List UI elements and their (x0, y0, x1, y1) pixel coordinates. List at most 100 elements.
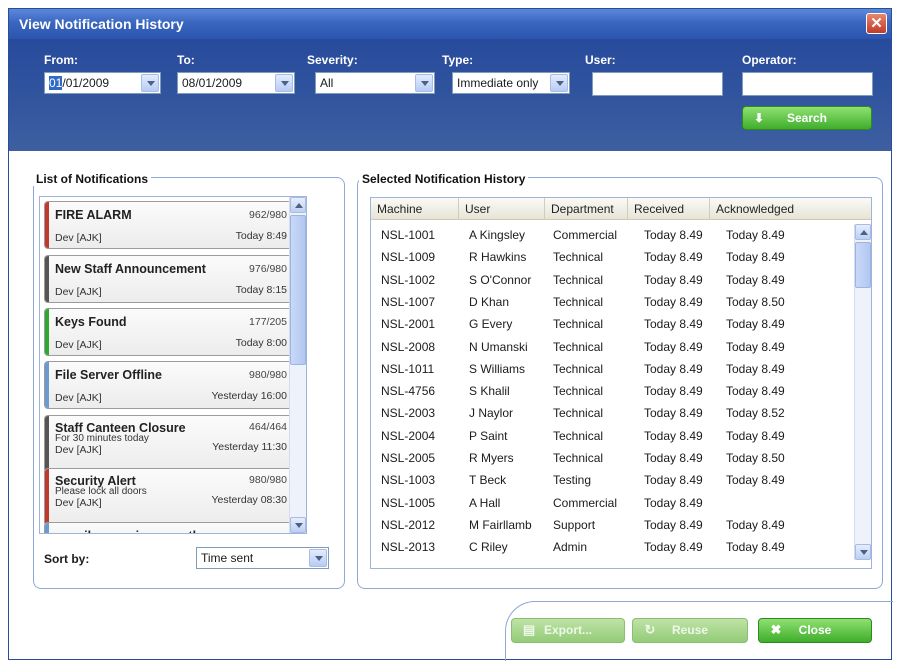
cell-machine: NSL-1001 (381, 228, 436, 242)
chevron-down-icon[interactable] (550, 74, 568, 92)
notification-card[interactable]: FIRE ALARM 962/980 Dev [AJK] Today 8:49 (44, 201, 296, 249)
severity-color-bar (45, 256, 49, 302)
sort-by-select[interactable]: Time sent (196, 547, 329, 569)
notification-count: 976/980 (249, 263, 287, 275)
from-label: From: (44, 53, 78, 67)
to-date-picker[interactable]: 08/01/2009 (177, 72, 295, 94)
cell-acknowledged: Today 8.49 (726, 517, 785, 532)
severity-select[interactable]: All (315, 72, 435, 94)
column-header-machine[interactable]: Machine (371, 198, 459, 220)
column-header-received[interactable]: Received (628, 198, 710, 220)
cell-received: Today 8.49 (644, 272, 703, 287)
severity-color-bar (45, 416, 49, 472)
cell-received: Today 8.49 (644, 250, 703, 265)
type-select[interactable]: Immediate only (452, 72, 570, 94)
notification-author: Dev [AJK] (55, 444, 102, 456)
cell-received: Today 8.49 (644, 384, 703, 399)
table-row[interactable]: NSL-4756 S Khalil Technical Today 8.49 Today… (371, 380, 851, 402)
reuse-button[interactable]: ↻ Reuse (632, 618, 748, 643)
table-row[interactable]: NSL-2001 G Every Technical Today 8.49 Today … (371, 313, 851, 335)
scroll-thumb[interactable] (855, 242, 871, 288)
scroll-down-icon[interactable] (290, 517, 306, 533)
user-input[interactable] (592, 72, 723, 96)
column-header-department[interactable]: Department (545, 198, 628, 220)
column-header-acknowledged[interactable]: Acknowledged (710, 198, 871, 220)
scroll-down-icon[interactable] (855, 544, 871, 560)
severity-color-bar (45, 523, 49, 533)
notification-time: Today 8:00 (235, 337, 287, 349)
table-row[interactable]: NSL-2004 P Saint Technical Today 8.49 Today … (371, 425, 851, 447)
notification-title: File Server Offline (55, 368, 162, 382)
cell-user: S Khalil (469, 384, 510, 399)
scroll-up-icon[interactable] (290, 197, 306, 213)
cell-user: P Saint (469, 428, 508, 443)
table-row[interactable]: NSL-2005 R Myers Technical Today 8.49 Today … (371, 447, 851, 469)
cell-received: Today 8.49 (644, 517, 703, 532)
notification-card[interactable]: File Server Offline 980/980 Dev [AJK] Yeste… (44, 361, 296, 409)
notification-card[interactable]: Staff Canteen Closure 464/464 For 30 minut… (44, 415, 296, 473)
chevron-down-icon[interactable] (141, 74, 159, 92)
notifications-panel-title: List of Notifications (33, 172, 151, 186)
notification-count: 980/980 (249, 474, 287, 486)
notification-card[interactable]: e-mail server is currently (44, 522, 296, 533)
history-panel-title: Selected Notification History (359, 172, 529, 186)
window-close-icon[interactable]: ✕ (866, 13, 887, 34)
chevron-down-icon[interactable] (415, 74, 433, 92)
cell-department: Commercial (553, 228, 618, 242)
cell-user: A Kingsley (469, 228, 526, 242)
reuse-icon: ↻ (644, 622, 656, 637)
table-row[interactable]: NSL-2012 M Fairllamb Support Today 8.49 Toda… (371, 514, 851, 536)
export-button-label: Export... (543, 623, 592, 637)
cell-department: Technical (553, 361, 604, 376)
cell-received: Today 8.49 (644, 406, 703, 421)
table-row[interactable]: NSL-2013 C Riley Admin Today 8.49 Today 8.49 (371, 536, 851, 558)
cell-department: Technical (553, 317, 604, 332)
table-row[interactable]: NSL-1003 T Beck Testing Today 8.49 Today 8.4… (371, 469, 851, 491)
cell-user: M Fairllamb (469, 517, 532, 532)
history-table-header: Machine User Department Received Acknowl… (371, 198, 871, 220)
cell-machine: NSL-1005 (381, 495, 436, 510)
cell-department: Commercial (553, 495, 618, 510)
cell-acknowledged: Today 8.49 (726, 473, 785, 488)
table-row[interactable]: NSL-1007 D Khan Technical Today 8.49 Today 8… (371, 291, 851, 313)
chevron-down-icon[interactable] (309, 549, 327, 567)
close-button[interactable]: ✖ Close (758, 618, 872, 643)
notification-card[interactable]: New Staff Announcement 976/980 Dev [AJK] To… (44, 255, 296, 303)
severity-color-bar (45, 309, 49, 355)
column-header-user[interactable]: User (459, 198, 545, 220)
user-label: User: (585, 53, 616, 67)
sort-by-value: Time sent (201, 551, 254, 565)
title-bar: View Notification History ✕ (9, 9, 891, 39)
cell-department: Technical (553, 272, 604, 287)
notification-subtitle: Please lock all doors (55, 486, 147, 497)
notification-title: FIRE ALARM (55, 208, 132, 222)
notification-card[interactable]: Security Alert 980/980 Please lock all doo… (44, 468, 296, 526)
notification-list-scrollbar[interactable] (289, 197, 306, 533)
table-row[interactable]: NSL-2003 J Naylor Technical Today 8.49 Today… (371, 402, 851, 424)
notification-card[interactable]: Keys Found 177/205 Dev [AJK] Today 8:00 (44, 308, 296, 356)
table-row[interactable]: NSL-1009 R Hawkins Technical Today 8.49 Toda… (371, 246, 851, 268)
export-icon: ▤ (522, 622, 536, 637)
cell-department: Technical (553, 339, 604, 354)
operator-input[interactable] (742, 72, 873, 96)
cell-received: Today 8.49 (644, 428, 703, 443)
cell-user: S O'Connor (469, 272, 532, 287)
search-button[interactable]: ⬇ Search (742, 106, 872, 130)
cell-user: S Williams (469, 361, 525, 376)
cell-user: C Riley (469, 540, 508, 555)
table-row[interactable]: NSL-1011 S Williams Technical Today 8.49 Tod… (371, 358, 851, 380)
table-row[interactable]: NSL-1005 A Hall Commercial Today 8.49 (371, 492, 851, 514)
scroll-thumb[interactable] (290, 215, 306, 365)
cell-acknowledged: Today 8.50 (726, 294, 785, 309)
table-row[interactable]: NSL-2008 N Umanski Technical Today 8.49 Toda… (371, 336, 851, 358)
table-row[interactable]: NSL-1001 A Kingsley Commercial Today 8.49 To… (371, 224, 851, 246)
scroll-up-icon[interactable] (855, 224, 871, 240)
severity-color-bar (45, 202, 49, 248)
cell-machine: NSL-2013 (381, 540, 436, 555)
chevron-down-icon[interactable] (275, 74, 293, 92)
history-table-scrollbar[interactable] (854, 224, 871, 560)
from-date-picker[interactable]: 01/01/2009 (44, 72, 161, 94)
cell-received: Today 8.49 (644, 228, 703, 242)
export-button[interactable]: ▤ Export... (511, 618, 625, 643)
table-row[interactable]: NSL-1002 S O'Connor Technical Today 8.49 Tod… (371, 269, 851, 291)
